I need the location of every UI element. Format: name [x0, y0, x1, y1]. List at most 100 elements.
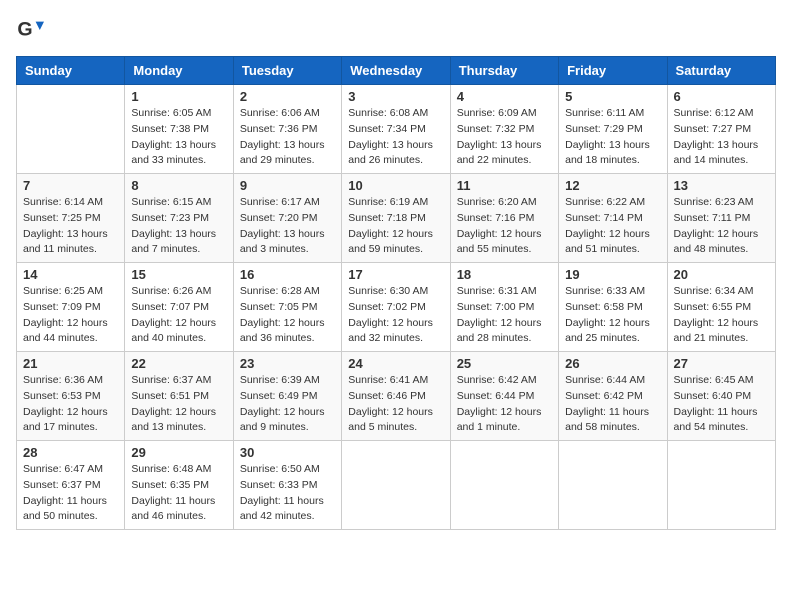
day-number: 28 [23, 445, 118, 460]
calendar-header-monday: Monday [125, 57, 233, 85]
day-info: Sunrise: 6:31 AMSunset: 7:00 PMDaylight:… [457, 284, 552, 347]
calendar-cell: 10Sunrise: 6:19 AMSunset: 7:18 PMDayligh… [342, 174, 450, 263]
day-info: Sunrise: 6:26 AMSunset: 7:07 PMDaylight:… [131, 284, 226, 347]
calendar-cell: 22 Sunrise: 6:37 AMSunset: 6:51 PMDayligh… [125, 352, 233, 441]
day-number: 15 [131, 267, 226, 282]
calendar-cell: 28Sunrise: 6:47 AMSunset: 6:37 PMDayligh… [17, 441, 125, 530]
calendar-cell: 14 Sunrise: 6:25 AMSunset: 7:09 PMDayligh… [17, 263, 125, 352]
calendar-cell [667, 441, 775, 530]
calendar-cell: 8Sunrise: 6:15 AMSunset: 7:23 PMDaylight… [125, 174, 233, 263]
day-number: 19 [565, 267, 660, 282]
calendar-cell: 15 Sunrise: 6:26 AMSunset: 7:07 PMDayligh… [125, 263, 233, 352]
calendar-cell: 1 Sunrise: 6:05 AMSunset: 7:38 PMDaylight… [125, 85, 233, 174]
day-number: 18 [457, 267, 552, 282]
calendar-cell [342, 441, 450, 530]
day-number: 17 [348, 267, 443, 282]
calendar-table: SundayMondayTuesdayWednesdayThursdayFrid… [16, 56, 776, 530]
calendar-header-wednesday: Wednesday [342, 57, 450, 85]
day-info: Sunrise: 6:14 AMSunset: 7:25 PMDaylight:… [23, 195, 118, 258]
day-info: Sunrise: 6:41 AMSunset: 6:46 PMDaylight:… [348, 373, 443, 436]
day-number: 5 [565, 89, 660, 104]
calendar-cell: 13 Sunrise: 6:23 AMSunset: 7:11 PMDayligh… [667, 174, 775, 263]
calendar-cell: 24 Sunrise: 6:41 AMSunset: 6:46 PMDayligh… [342, 352, 450, 441]
day-info: Sunrise: 6:09 AMSunset: 7:32 PMDaylight:… [457, 106, 552, 169]
svg-text:G: G [17, 19, 32, 41]
day-number: 14 [23, 267, 118, 282]
day-info: Sunrise: 6:37 AMSunset: 6:51 PMDaylight:… [131, 373, 226, 436]
calendar-cell: 12Sunrise: 6:22 AMSunset: 7:14 PMDayligh… [559, 174, 667, 263]
day-number: 2 [240, 89, 335, 104]
day-info: Sunrise: 6:20 AMSunset: 7:16 PMDaylight:… [457, 195, 552, 258]
day-info: Sunrise: 6:39 AMSunset: 6:49 PMDaylight:… [240, 373, 335, 436]
day-info: Sunrise: 6:08 AMSunset: 7:34 PMDaylight:… [348, 106, 443, 169]
day-info: Sunrise: 6:11 AMSunset: 7:29 PMDaylight:… [565, 106, 660, 169]
calendar-cell: 21 Sunrise: 6:36 AMSunset: 6:53 PMDayligh… [17, 352, 125, 441]
calendar-cell: 25 Sunrise: 6:42 AMSunset: 6:44 PMDayligh… [450, 352, 558, 441]
day-number: 24 [348, 356, 443, 371]
day-number: 25 [457, 356, 552, 371]
calendar-cell: 11 Sunrise: 6:20 AMSunset: 7:16 PMDayligh… [450, 174, 558, 263]
calendar-cell: 19 Sunrise: 6:33 AMSunset: 6:58 PMDayligh… [559, 263, 667, 352]
day-info: Sunrise: 6:42 AMSunset: 6:44 PMDaylight:… [457, 373, 552, 436]
calendar-cell: 2 Sunrise: 6:06 AMSunset: 7:36 PMDaylight… [233, 85, 341, 174]
calendar-week-row: 28Sunrise: 6:47 AMSunset: 6:37 PMDayligh… [17, 441, 776, 530]
calendar-week-row: 1 Sunrise: 6:05 AMSunset: 7:38 PMDaylight… [17, 85, 776, 174]
day-info: Sunrise: 6:50 AMSunset: 6:33 PMDaylight:… [240, 462, 335, 525]
day-number: 7 [23, 178, 118, 193]
calendar-header-saturday: Saturday [667, 57, 775, 85]
calendar-header-friday: Friday [559, 57, 667, 85]
calendar-cell: 6Sunrise: 6:12 AMSunset: 7:27 PMDaylight… [667, 85, 775, 174]
day-info: Sunrise: 6:30 AMSunset: 7:02 PMDaylight:… [348, 284, 443, 347]
calendar-cell: 7 Sunrise: 6:14 AMSunset: 7:25 PMDaylight… [17, 174, 125, 263]
day-info: Sunrise: 6:25 AMSunset: 7:09 PMDaylight:… [23, 284, 118, 347]
day-info: Sunrise: 6:34 AMSunset: 6:55 PMDaylight:… [674, 284, 769, 347]
calendar-cell: 23 Sunrise: 6:39 AMSunset: 6:49 PMDayligh… [233, 352, 341, 441]
day-number: 26 [565, 356, 660, 371]
day-info: Sunrise: 6:05 AMSunset: 7:38 PMDaylight:… [131, 106, 226, 169]
calendar-cell: 16 Sunrise: 6:28 AMSunset: 7:05 PMDayligh… [233, 263, 341, 352]
day-number: 12 [565, 178, 660, 193]
day-number: 4 [457, 89, 552, 104]
day-number: 10 [348, 178, 443, 193]
calendar-cell: 29Sunrise: 6:48 AMSunset: 6:35 PMDayligh… [125, 441, 233, 530]
day-number: 11 [457, 178, 552, 193]
logo-icon: G [16, 16, 44, 44]
calendar-week-row: 14 Sunrise: 6:25 AMSunset: 7:09 PMDayligh… [17, 263, 776, 352]
calendar-header-tuesday: Tuesday [233, 57, 341, 85]
day-number: 22 [131, 356, 226, 371]
calendar-cell: 9 Sunrise: 6:17 AMSunset: 7:20 PMDaylight… [233, 174, 341, 263]
calendar-week-row: 7 Sunrise: 6:14 AMSunset: 7:25 PMDaylight… [17, 174, 776, 263]
day-number: 13 [674, 178, 769, 193]
day-number: 1 [131, 89, 226, 104]
calendar-header-sunday: Sunday [17, 57, 125, 85]
calendar-cell: 3Sunrise: 6:08 AMSunset: 7:34 PMDaylight… [342, 85, 450, 174]
day-number: 20 [674, 267, 769, 282]
day-info: Sunrise: 6:36 AMSunset: 6:53 PMDaylight:… [23, 373, 118, 436]
calendar-cell: 30 Sunrise: 6:50 AMSunset: 6:33 PMDayligh… [233, 441, 341, 530]
day-number: 27 [674, 356, 769, 371]
day-info: Sunrise: 6:12 AMSunset: 7:27 PMDaylight:… [674, 106, 769, 169]
calendar-cell [17, 85, 125, 174]
calendar-week-row: 21 Sunrise: 6:36 AMSunset: 6:53 PMDayligh… [17, 352, 776, 441]
calendar-cell: 18 Sunrise: 6:31 AMSunset: 7:00 PMDayligh… [450, 263, 558, 352]
page-header: G [16, 16, 776, 44]
day-info: Sunrise: 6:44 AMSunset: 6:42 PMDaylight:… [565, 373, 660, 436]
day-info: Sunrise: 6:17 AMSunset: 7:20 PMDaylight:… [240, 195, 335, 258]
day-info: Sunrise: 6:15 AMSunset: 7:23 PMDaylight:… [131, 195, 226, 258]
day-info: Sunrise: 6:28 AMSunset: 7:05 PMDaylight:… [240, 284, 335, 347]
day-number: 23 [240, 356, 335, 371]
calendar-cell: 5 Sunrise: 6:11 AMSunset: 7:29 PMDaylight… [559, 85, 667, 174]
day-info: Sunrise: 6:33 AMSunset: 6:58 PMDaylight:… [565, 284, 660, 347]
day-number: 21 [23, 356, 118, 371]
day-number: 9 [240, 178, 335, 193]
calendar-cell: 20 Sunrise: 6:34 AMSunset: 6:55 PMDayligh… [667, 263, 775, 352]
day-number: 30 [240, 445, 335, 460]
day-info: Sunrise: 6:06 AMSunset: 7:36 PMDaylight:… [240, 106, 335, 169]
day-info: Sunrise: 6:23 AMSunset: 7:11 PMDaylight:… [674, 195, 769, 258]
day-number: 16 [240, 267, 335, 282]
logo: G [16, 16, 46, 44]
day-info: Sunrise: 6:48 AMSunset: 6:35 PMDaylight:… [131, 462, 226, 525]
calendar-cell: 27 Sunrise: 6:45 AMSunset: 6:40 PMDayligh… [667, 352, 775, 441]
calendar-cell: 17 Sunrise: 6:30 AMSunset: 7:02 PMDayligh… [342, 263, 450, 352]
day-info: Sunrise: 6:45 AMSunset: 6:40 PMDaylight:… [674, 373, 769, 436]
